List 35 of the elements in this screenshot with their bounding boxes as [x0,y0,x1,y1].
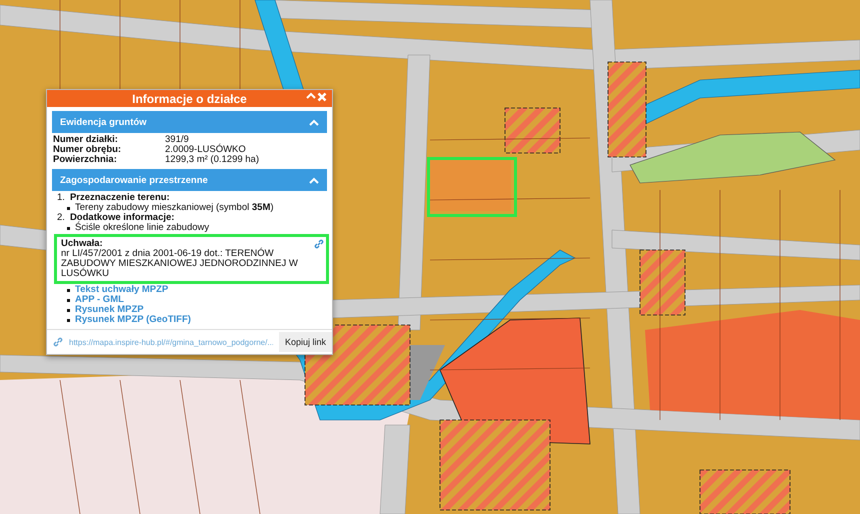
resolution-text: nr LI/457/2001 z dnia 2001-06-19 dot.: TERENÓW ZABUDOWY MIESZKANIOWEJ JEDNORODZINNEJ W LUSÓWKU [61,249,299,279]
close-icon[interactable] [317,92,327,102]
section-header[interactable]: Zagospodarowanie przestrzenne [52,169,327,191]
bullet-icon [67,299,70,302]
list-number: 2. [57,213,65,223]
bullet-icon [67,309,70,312]
list-text: Tereny zabudowy mieszkaniowej (symbol 35M) [75,203,274,213]
list-number: 1. [57,193,65,203]
field-label: Numer obrębu: [53,145,122,155]
list-heading: Przeznaczenie terenu: [70,193,170,203]
resolution-label: Uchwała: [61,239,104,249]
list-text: Ściśle określone linie zabudowy [75,223,210,233]
popup-title: Informacje o działce [132,92,247,106]
bullet-icon [67,207,70,210]
document-link[interactable]: Tekst uchwały MPZP [75,285,168,295]
bullet-icon [67,289,70,292]
copy-link-button[interactable]: Kopiuj link [278,332,332,352]
document-link[interactable]: Rysunek MPZP [75,305,144,315]
field-label: Numer działki: [53,135,119,145]
field-value: 2.0009-LUSÓWKO [165,145,247,155]
share-url: https://mapa.inspire-hub.pl/#/gmina_tarnowo_podgorne/... [69,338,273,346]
field-value: 391/9 [165,135,189,145]
bullet-icon [67,319,70,322]
chevron-up-icon[interactable] [306,92,316,99]
link-icon[interactable] [53,337,63,347]
field-label: Powierzchnia: [53,155,118,165]
link-icon[interactable] [314,239,324,249]
chevron-up-icon[interactable] [309,118,319,126]
document-link[interactable]: Rysunek MPZP (GeoTIFF) [75,315,191,325]
chevron-up-icon[interactable] [309,176,319,184]
bullet-icon [67,227,70,230]
document-link[interactable]: APP - GML [75,295,124,305]
section-header[interactable]: Ewidencja gruntów [52,111,327,133]
list-heading: Dodatkowe informacje: [70,213,174,223]
field-value: 1299,3 m² (0.1299 ha) [165,155,260,165]
